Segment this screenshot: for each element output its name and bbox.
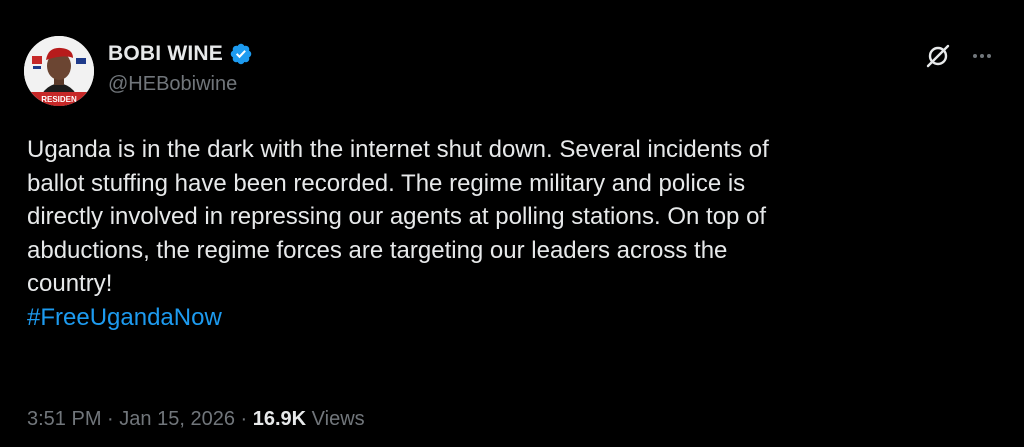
grok-slash-icon[interactable] bbox=[922, 40, 954, 72]
verified-badge-icon[interactable] bbox=[229, 42, 253, 66]
author-info: BOBI WINE @HEBobiwine bbox=[108, 40, 253, 96]
views-label[interactable]: Views bbox=[312, 408, 365, 430]
tweet-text: Uganda is in the dark with the internet … bbox=[27, 133, 987, 335]
tweet-text-line: abductions, the regime forces are target… bbox=[27, 236, 728, 264]
tweet-time[interactable]: 3:51 PM bbox=[27, 408, 101, 430]
tweet-text-line: ballot stuffing have been recorded. The … bbox=[27, 169, 746, 197]
avatar-banner-text: RESIDEN bbox=[41, 95, 77, 104]
author-display-name[interactable]: BOBI WINE bbox=[108, 42, 223, 66]
more-horizontal-icon[interactable] bbox=[966, 40, 998, 72]
name-row: BOBI WINE bbox=[108, 40, 253, 68]
tweet-card: RESIDEN BOBI WINE @HEBobiwine Uganda is … bbox=[0, 0, 1024, 447]
tweet-text-line: Uganda is in the dark with the internet … bbox=[27, 136, 769, 163]
meta-separator: · bbox=[107, 408, 114, 430]
views-count[interactable]: 16.9K bbox=[253, 408, 306, 430]
meta-separator: · bbox=[240, 408, 248, 430]
tweet-text-line: country! bbox=[27, 270, 113, 298]
avatar[interactable]: RESIDEN bbox=[24, 36, 94, 106]
tweet-date[interactable]: Jan 15, 2026 bbox=[119, 408, 235, 430]
hashtag-link[interactable]: #FreeUgandaNow bbox=[27, 301, 222, 335]
author-handle[interactable]: @HEBobiwine bbox=[108, 73, 253, 96]
tweet-text-line: directly involved in repressing our agen… bbox=[27, 203, 767, 231]
avatar-image: RESIDEN bbox=[24, 36, 94, 106]
tweet-metadata: 3:51 PM · Jan 15, 2026 · 16.9K Views bbox=[27, 408, 365, 431]
